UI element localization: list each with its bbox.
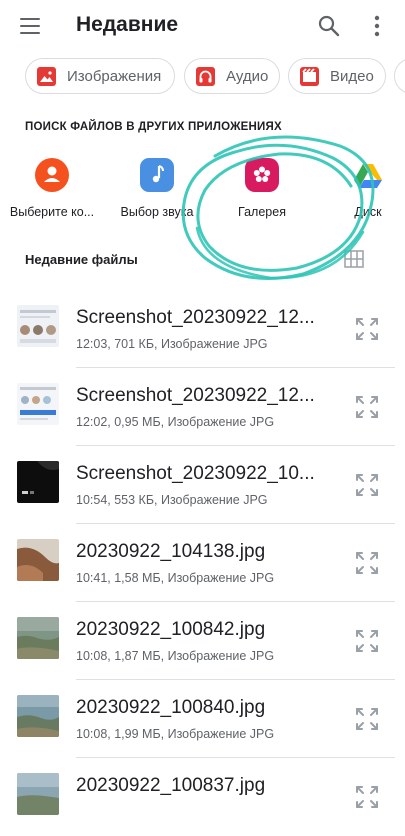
apps-section-heading: ПОИСК ФАЙЛОВ В ДРУГИХ ПРИЛОЖЕНИЯХ: [25, 121, 282, 133]
chip-video[interactable]: Видео: [288, 58, 386, 94]
expand-preview-icon[interactable]: [354, 550, 380, 576]
film-icon: [300, 66, 319, 86]
file-meta: 12:03, 701 КБ, Изображение JPG: [76, 337, 268, 351]
file-row[interactable]: 20230922_100842.jpg 10:08, 1,87 МБ, Изоб…: [0, 602, 405, 680]
expand-preview-icon[interactable]: [354, 472, 380, 498]
chip-more[interactable]: [394, 58, 405, 94]
page-title: Недавние: [76, 13, 179, 36]
expand-preview-icon[interactable]: [354, 706, 380, 732]
file-meta: 10:08, 1,87 МБ, Изображение JPG: [76, 649, 275, 663]
google-drive-icon: [351, 158, 385, 192]
file-thumbnail: [17, 617, 59, 659]
headphones-icon: [196, 66, 215, 86]
file-meta: 10:54, 553 КБ, Изображение JPG: [76, 493, 268, 507]
app-label: Выберите ко...: [9, 205, 95, 219]
app-gallery[interactable]: Галерея: [213, 158, 311, 219]
file-name: Screenshot_20230922_12...: [76, 385, 315, 406]
file-name: 20230922_100842.jpg: [76, 619, 266, 640]
file-meta: 10:41, 1,58 МБ, Изображение JPG: [76, 571, 275, 585]
expand-preview-icon[interactable]: [354, 784, 380, 810]
file-thumbnail: [17, 773, 59, 815]
chip-label: Видео: [330, 67, 374, 85]
file-name: Screenshot_20230922_10...: [76, 463, 315, 484]
music-note-icon: [140, 158, 174, 192]
file-row[interactable]: 20230922_100837.jpg: [0, 758, 405, 836]
expand-preview-icon[interactable]: [354, 316, 380, 342]
file-thumbnail: [17, 383, 59, 425]
top-app-bar: Недавние: [0, 0, 405, 52]
file-thumbnail: [17, 461, 59, 503]
gallery-flower-icon: [245, 158, 279, 192]
app-label: Диск: [354, 205, 382, 219]
grid-view-icon[interactable]: [344, 250, 364, 268]
category-chips: Изображения Аудио Видео: [0, 58, 405, 98]
more-options-icon[interactable]: [365, 13, 389, 39]
file-row[interactable]: Screenshot_20230922_12... 12:03, 701 КБ,…: [0, 290, 405, 368]
file-thumbnail: [17, 305, 59, 347]
file-thumbnail: [17, 695, 59, 737]
app-label: Выбор звука: [120, 205, 194, 219]
app-contacts[interactable]: Выберите ко...: [3, 158, 101, 219]
chip-audio[interactable]: Аудио: [184, 58, 280, 94]
file-row[interactable]: Screenshot_20230922_10... 10:54, 553 КБ,…: [0, 446, 405, 524]
chip-images[interactable]: Изображения: [25, 58, 175, 94]
file-meta: 10:08, 1,99 МБ, Изображение JPG: [76, 727, 275, 741]
file-meta: 12:02, 0,95 МБ, Изображение JPG: [76, 415, 275, 429]
app-label: Галерея: [238, 205, 286, 219]
recent-files-heading: Недавние файлы: [25, 252, 138, 267]
file-row[interactable]: 20230922_100840.jpg 10:08, 1,99 МБ, Изоб…: [0, 680, 405, 758]
file-thumbnail: [17, 539, 59, 581]
chip-label: Аудио: [226, 67, 269, 85]
file-row[interactable]: Screenshot_20230922_12... 12:02, 0,95 МБ…: [0, 368, 405, 446]
file-name: 20230922_104138.jpg: [76, 541, 266, 562]
expand-preview-icon[interactable]: [354, 628, 380, 654]
file-name: Screenshot_20230922_12...: [76, 307, 315, 328]
other-apps-row: Выберите ко... Выбор звука Галерея Диск: [0, 158, 405, 228]
app-drive[interactable]: Диск: [319, 158, 405, 219]
file-name: 20230922_100840.jpg: [76, 697, 266, 718]
contact-icon: [35, 158, 69, 192]
search-icon[interactable]: [316, 13, 342, 39]
chip-label: Изображения: [67, 67, 162, 85]
app-sound-picker[interactable]: Выбор звука: [108, 158, 206, 219]
image-icon: [37, 66, 56, 86]
hamburger-menu-icon[interactable]: [18, 14, 42, 38]
file-row[interactable]: 20230922_104138.jpg 10:41, 1,58 МБ, Изоб…: [0, 524, 405, 602]
file-name: 20230922_100837.jpg: [76, 775, 266, 796]
expand-preview-icon[interactable]: [354, 394, 380, 420]
